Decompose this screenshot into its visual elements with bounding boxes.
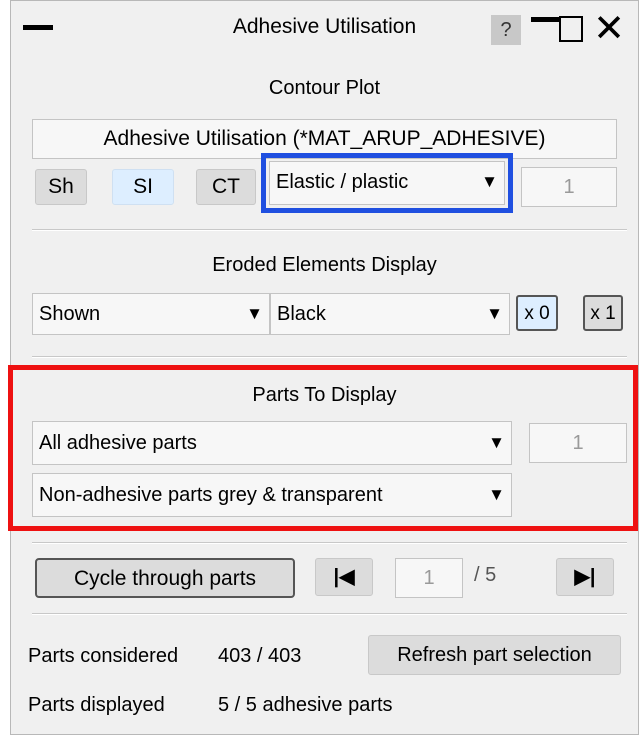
- divider: [32, 356, 627, 358]
- eroded-elements-heading: Eroded Elements Display: [212, 254, 437, 276]
- dialog-window: Adhesive Utilisation ? ✕ Contour Plot Ad…: [8, 0, 639, 735]
- x0-button[interactable]: x 0: [516, 295, 558, 331]
- contour-mode-value: Elastic / plastic: [276, 171, 409, 193]
- parts-considered-value: 403 / 403: [218, 645, 302, 667]
- divider: [32, 613, 627, 615]
- sh-button[interactable]: Sh: [35, 169, 87, 205]
- non-adhesive-display-dropdown[interactable]: Non-adhesive parts grey & transparent ▼: [32, 473, 512, 517]
- maximize-icon[interactable]: [559, 16, 583, 42]
- total-parts-label: / 5: [474, 564, 497, 586]
- contour-mode-number-field[interactable]: 1: [521, 167, 617, 207]
- minimize-icon[interactable]: [531, 17, 559, 22]
- refresh-part-selection-button[interactable]: Refresh part selection: [368, 635, 621, 675]
- parts-selection-dropdown[interactable]: All adhesive parts ▼: [32, 421, 512, 465]
- dropdown-arrow-icon: ▼: [488, 433, 505, 452]
- close-icon[interactable]: ✕: [589, 7, 629, 51]
- eroded-colour-value: Black: [277, 303, 326, 325]
- parts-selection-number-field[interactable]: 1: [529, 423, 627, 463]
- skip-to-first-icon[interactable]: |◀: [315, 558, 373, 596]
- contour-mode-dropdown[interactable]: Elastic / plastic ▼: [269, 161, 505, 205]
- parts-considered-label: Parts considered: [28, 645, 179, 667]
- help-button[interactable]: ?: [491, 15, 521, 45]
- dropdown-arrow-icon: ▼: [481, 172, 498, 191]
- divider: [32, 229, 627, 231]
- dropdown-arrow-icon: ▼: [246, 304, 263, 323]
- current-part-field[interactable]: 1: [395, 558, 463, 598]
- contour-plot-heading: Contour Plot: [268, 77, 381, 99]
- parts-to-display-heading: Parts To Display: [252, 384, 397, 406]
- eroded-colour-dropdown[interactable]: Black ▼: [270, 293, 510, 335]
- x1-button[interactable]: x 1: [583, 295, 623, 331]
- si-button[interactable]: SI: [112, 169, 174, 205]
- parts-displayed-value: 5 / 5 adhesive parts: [218, 694, 393, 716]
- dropdown-arrow-icon: ▼: [488, 485, 505, 504]
- non-adhesive-display-value: Non-adhesive parts grey & transparent: [39, 484, 383, 506]
- eroded-display-dropdown[interactable]: Shown ▼: [32, 293, 270, 335]
- parts-displayed-label: Parts displayed: [28, 694, 165, 716]
- dropdown-arrow-icon: ▼: [486, 304, 503, 323]
- divider: [32, 542, 627, 544]
- parts-selection-value: All adhesive parts: [39, 432, 197, 454]
- cycle-through-parts-button[interactable]: Cycle through parts: [35, 558, 295, 598]
- skip-to-last-icon[interactable]: ▶|: [556, 558, 614, 596]
- ct-button[interactable]: CT: [196, 169, 256, 205]
- eroded-display-value: Shown: [39, 303, 101, 325]
